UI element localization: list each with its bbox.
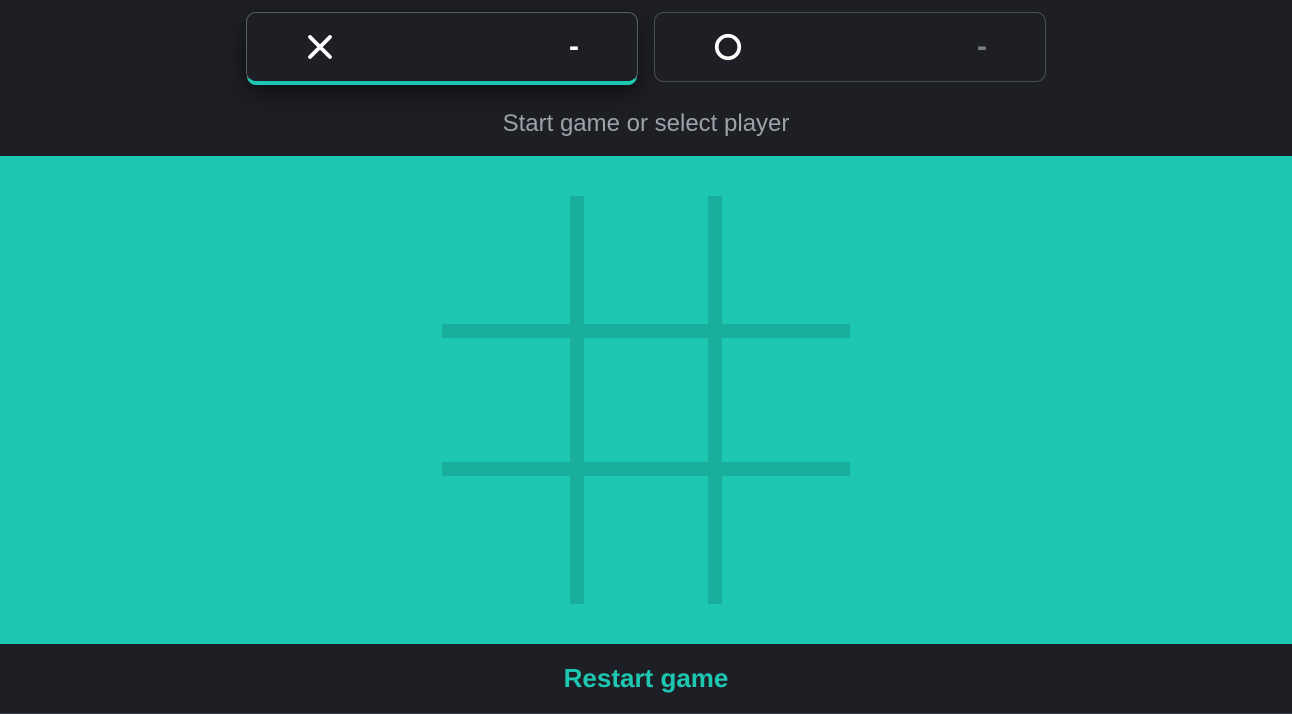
player-card-o[interactable]: -: [654, 12, 1046, 82]
grid-cells: [442, 196, 850, 604]
x-icon: [305, 32, 335, 62]
player-x-score: -: [569, 30, 579, 64]
cell-1[interactable]: [578, 196, 714, 332]
player-cards: - -: [246, 12, 1046, 82]
header: - - Start game or select player: [0, 0, 1292, 156]
cell-7[interactable]: [578, 468, 714, 604]
o-icon: [713, 32, 743, 62]
cell-3[interactable]: [442, 332, 578, 468]
cell-0[interactable]: [442, 196, 578, 332]
restart-button[interactable]: Restart game: [564, 663, 729, 694]
cell-5[interactable]: [714, 332, 850, 468]
cell-6[interactable]: [442, 468, 578, 604]
player-card-x[interactable]: -: [246, 12, 638, 82]
player-o-score: -: [977, 30, 987, 64]
board-area: [0, 156, 1292, 644]
cell-2[interactable]: [714, 196, 850, 332]
cell-8[interactable]: [714, 468, 850, 604]
game-board: [442, 196, 850, 604]
footer: Restart game: [0, 644, 1292, 714]
status-text: Start game or select player: [503, 110, 790, 138]
cell-4[interactable]: [578, 332, 714, 468]
